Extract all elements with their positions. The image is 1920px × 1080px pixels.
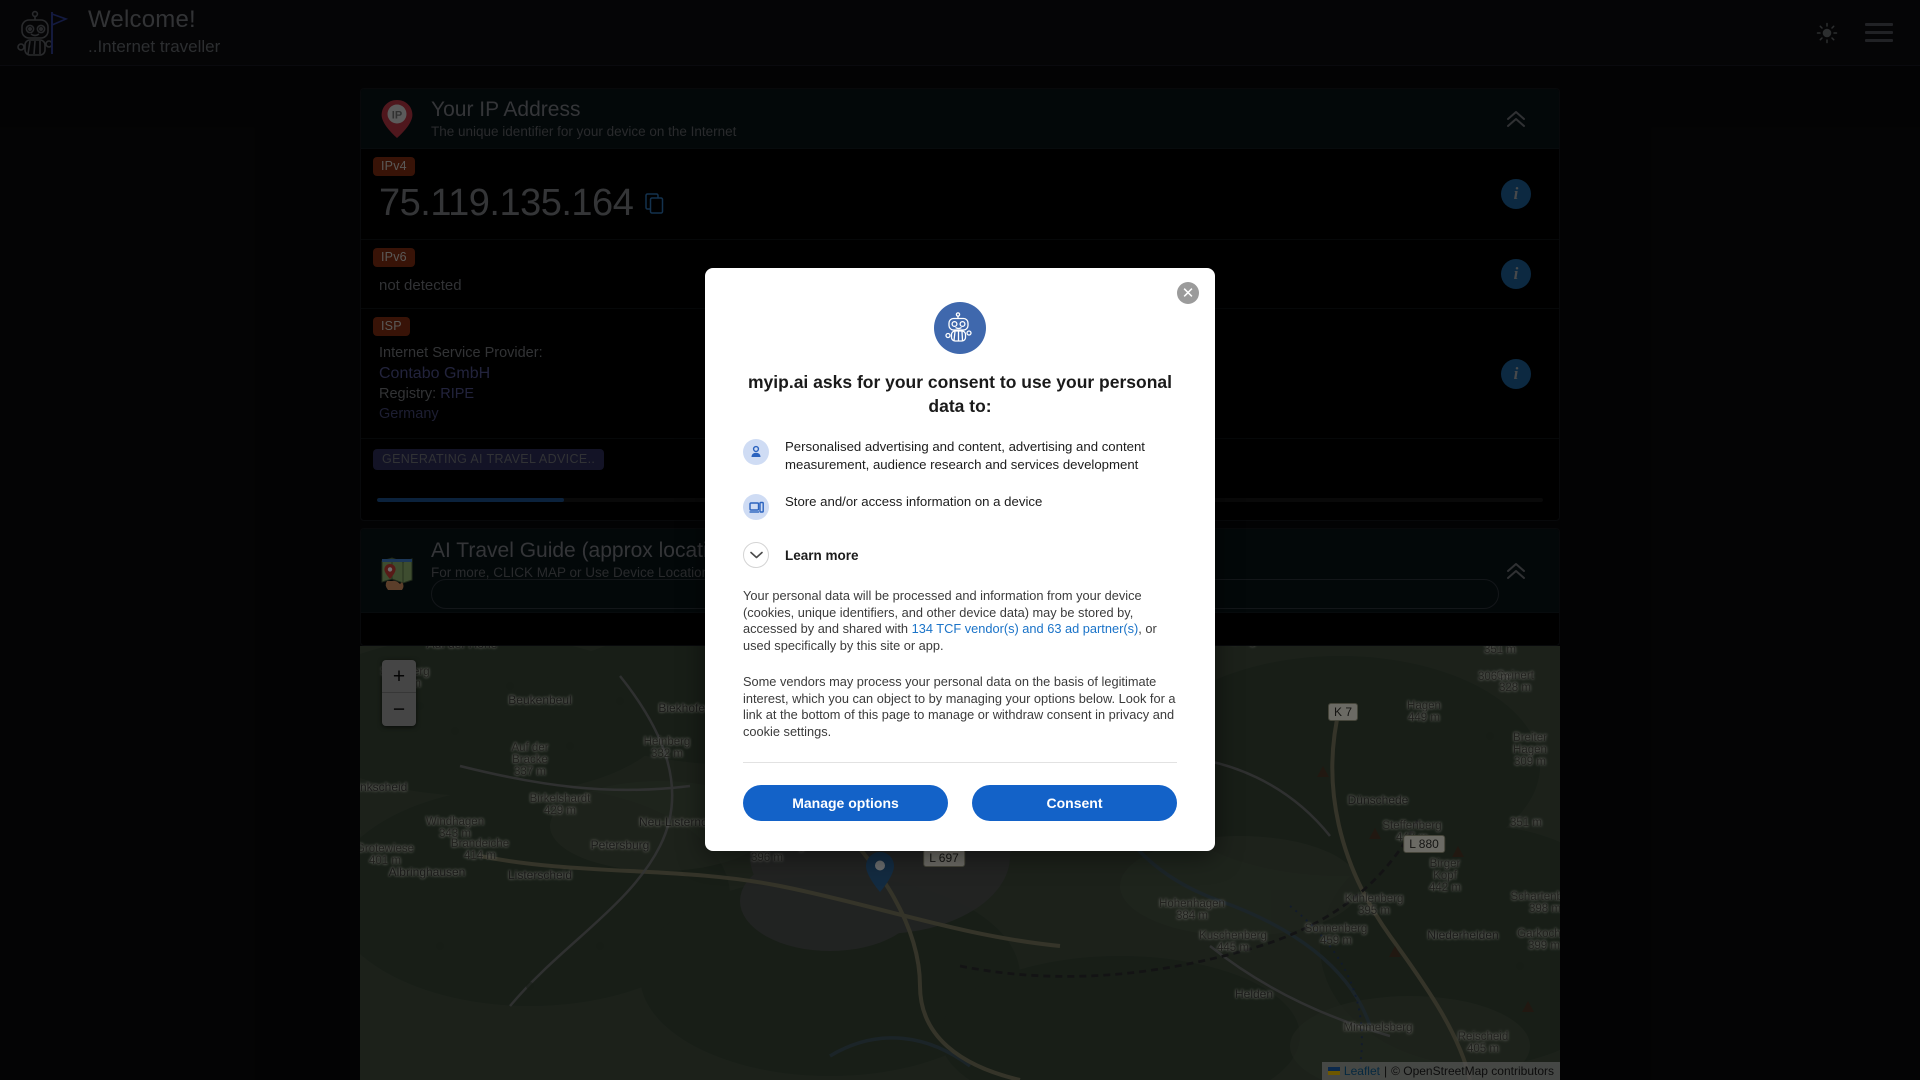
consent-paragraph-2: Some vendors may process your personal d… [743, 674, 1176, 739]
manage-options-button[interactable]: Manage options [743, 785, 948, 821]
close-icon[interactable]: ✕ [1177, 282, 1199, 304]
consent-paragraph-1: Your personal data will be processed and… [743, 588, 1177, 654]
consent-heading: myip.ai asks for your consent to use you… [747, 372, 1172, 416]
vendors-link[interactable]: 134 TCF vendor(s) and 63 ad partner(s) [912, 621, 1139, 636]
person-icon [743, 439, 769, 465]
purpose-text: Store and/or access information on a dev… [785, 494, 1043, 509]
chevron-down-icon[interactable] [743, 542, 769, 568]
consent-modal: ✕ myip.ai asks for your consent to use y… [705, 268, 1215, 851]
modal-actions: Manage options Consent [743, 785, 1177, 821]
purpose-text: Personalised advertising and content, ad… [785, 439, 1145, 472]
purpose-item: Personalised advertising and content, ad… [743, 438, 1177, 473]
modal-divider [743, 762, 1177, 763]
purpose-item: Store and/or access information on a dev… [743, 493, 1177, 520]
consent-button[interactable]: Consent [972, 785, 1177, 821]
learn-more-row[interactable]: Learn more [743, 542, 1177, 568]
learn-more-label[interactable]: Learn more [785, 548, 859, 563]
robot-avatar-icon [934, 302, 986, 354]
device-icon [743, 494, 769, 520]
